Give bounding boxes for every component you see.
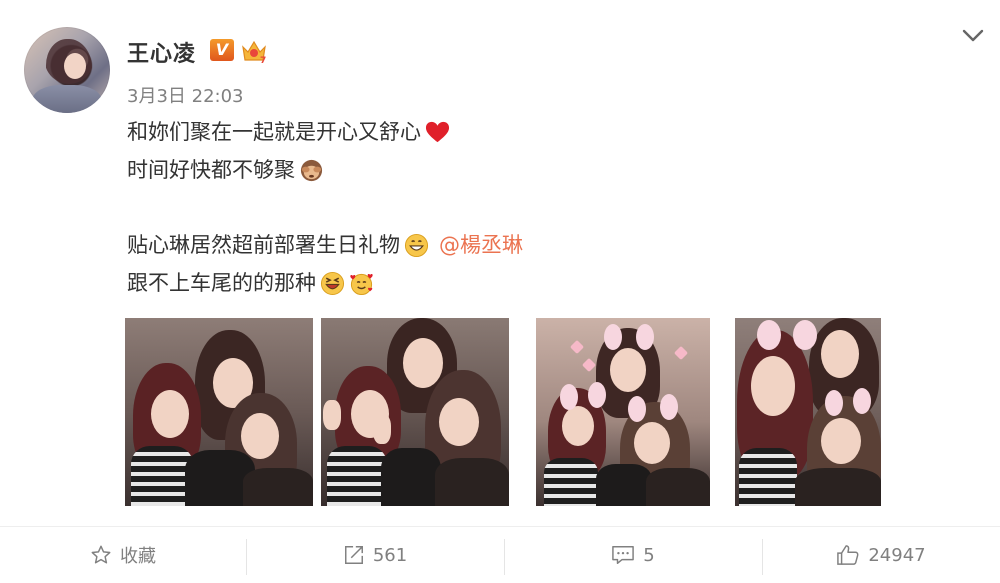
favorite-label: 收藏 <box>120 546 156 567</box>
username[interactable]: 王心凌 <box>127 36 196 68</box>
person-shirt <box>739 448 797 506</box>
svg-text:7: 7 <box>260 56 266 64</box>
comment-button[interactable]: 5 <box>504 527 762 583</box>
peace-hand <box>323 400 341 430</box>
smiling-face-with-hearts-icon <box>350 273 373 295</box>
person-face <box>634 422 670 464</box>
person-face <box>151 390 189 438</box>
repost-button[interactable]: 561 <box>246 527 504 583</box>
sticker-heart <box>569 339 585 355</box>
mention-link[interactable]: @楊丞琳 <box>439 226 523 264</box>
bunny-ear <box>560 384 578 410</box>
repost-icon <box>344 546 363 564</box>
avatar-coat <box>32 85 102 113</box>
post-timestamp[interactable]: 3月3日 22:03 <box>127 82 244 108</box>
photo-thumbnail[interactable] <box>321 318 509 506</box>
content-blank-line <box>127 189 523 226</box>
red-heart-icon <box>425 121 450 142</box>
comment-icon <box>612 546 635 564</box>
person-face <box>562 406 594 446</box>
bunny-ear <box>853 388 871 414</box>
avatar-face <box>64 53 86 79</box>
peace-hand <box>373 414 391 444</box>
content-line: 跟不上车尾的的那种 <box>127 264 523 302</box>
bunny-ear <box>628 396 646 422</box>
bunny-ear <box>757 320 781 350</box>
see-no-evil-monkey-icon <box>300 159 323 181</box>
like-count: 24947 <box>868 544 926 566</box>
thumbs-up-icon <box>837 545 859 565</box>
bunny-ear <box>793 320 817 350</box>
photo-thumbnail[interactable] <box>536 318 710 506</box>
repost-count: 561 <box>372 544 408 566</box>
person-jacket <box>435 458 509 506</box>
sticker-heart <box>673 345 689 361</box>
crown-badge-icon[interactable]: 7 <box>240 38 268 64</box>
person-jacket <box>646 468 710 506</box>
person-face <box>241 413 279 459</box>
verified-badge-icon[interactable]: V <box>210 39 234 61</box>
content-text: 跟不上车尾的的那种 <box>127 271 316 295</box>
content-line: 时间好快都不够聚 <box>127 151 523 189</box>
bunny-ear <box>588 382 606 408</box>
avatar[interactable] <box>24 27 110 113</box>
sticker-heart <box>581 357 597 373</box>
person-jacket <box>243 468 313 506</box>
star-icon <box>91 545 111 564</box>
weibo-post: 王心凌 V 7 3月3日 22:03 和妳们聚在一起就是开心又舒心 时间好快都不… <box>0 0 1000 582</box>
content-line: 和妳们聚在一起就是开心又舒心 <box>127 113 523 151</box>
person-face <box>751 356 795 416</box>
bunny-ear <box>636 324 654 350</box>
photo-thumbnail[interactable] <box>735 318 881 506</box>
content-text: 贴心琳居然超前部署生日礼物 <box>127 233 400 257</box>
person-shirt <box>327 446 387 506</box>
content-line: 贴心琳居然超前部署生日礼物 @楊丞琳 <box>127 226 523 264</box>
laughing-face-icon <box>320 271 345 295</box>
comment-count: 5 <box>643 544 655 566</box>
person-jacket <box>596 464 652 506</box>
like-button[interactable]: 24947 <box>762 527 1000 583</box>
chevron-down-icon[interactable] <box>960 27 986 45</box>
bunny-ear <box>660 394 678 420</box>
person-face <box>439 398 479 446</box>
person-shirt <box>544 458 598 506</box>
bunny-ear <box>825 390 843 416</box>
post-content: 和妳们聚在一起就是开心又舒心 时间好快都不够聚 贴心琳居然超前部署生日礼物 @楊… <box>127 113 523 302</box>
person-face <box>821 418 861 464</box>
person-face <box>403 338 443 388</box>
photo-thumbnail[interactable] <box>125 318 313 506</box>
bunny-ear <box>604 324 622 350</box>
favorite-button[interactable]: 收藏 <box>0 527 246 583</box>
action-bar: 收藏 561 5 24947 <box>0 526 1000 583</box>
person-face <box>821 330 859 378</box>
person-shirt <box>131 446 193 506</box>
content-text: 时间好快都不够聚 <box>127 158 295 182</box>
grinning-face-icon <box>404 233 429 257</box>
person-jacket <box>795 468 881 506</box>
person-jacket <box>381 448 441 506</box>
content-text: 和妳们聚在一起就是开心又舒心 <box>127 120 421 144</box>
person-face <box>610 348 646 392</box>
